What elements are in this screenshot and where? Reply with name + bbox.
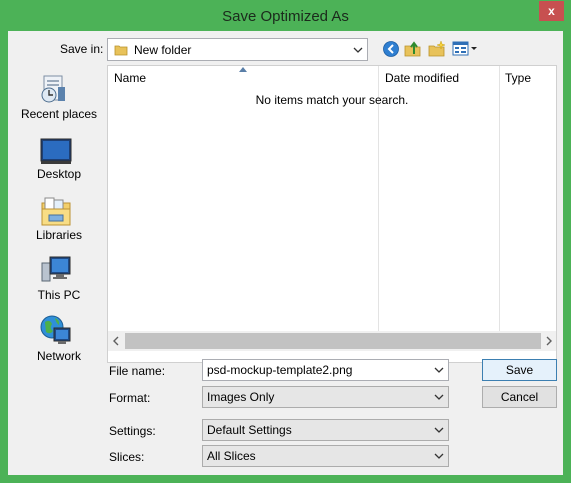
- empty-list-message: No items match your search.: [255, 93, 409, 107]
- save-in-dropdown[interactable]: New folder: [107, 38, 368, 61]
- close-button[interactable]: x: [539, 1, 564, 21]
- file-name-value: psd-mockup-template2.png: [207, 363, 353, 377]
- format-value: Images Only: [207, 390, 275, 404]
- desktop-icon: [40, 138, 72, 164]
- places-bar: Recent places Desktop Libraries This PC: [16, 65, 102, 363]
- close-icon: x: [548, 4, 555, 18]
- recent-places-icon: [41, 75, 65, 103]
- chevron-down-icon: [434, 394, 444, 400]
- chevron-down-icon[interactable]: [434, 365, 444, 375]
- column-header-label: Name: [114, 71, 147, 85]
- settings-label: Settings:: [109, 424, 156, 438]
- file-list[interactable]: [107, 65, 557, 363]
- title-bar[interactable]: Save Optimized As: [0, 0, 571, 30]
- view-menu-icon[interactable]: [452, 40, 478, 58]
- back-icon[interactable]: [382, 40, 400, 58]
- save-button[interactable]: Save: [482, 359, 557, 381]
- column-header-date-modified[interactable]: Date modified: [379, 66, 499, 90]
- slices-label: Slices:: [109, 450, 145, 464]
- scroll-right-icon[interactable]: [545, 336, 553, 346]
- chevron-down-icon: [353, 47, 363, 53]
- slices-dropdown[interactable]: All Slices: [202, 445, 449, 467]
- slices-value: All Slices: [207, 449, 256, 463]
- sort-ascending-icon: [239, 67, 247, 72]
- libraries-icon: [41, 197, 71, 226]
- network-icon: [40, 315, 71, 344]
- place-label: This PC: [37, 288, 81, 302]
- cancel-button[interactable]: Cancel: [482, 386, 557, 408]
- column-header-label: Type: [505, 71, 532, 85]
- place-label: Recent places: [20, 107, 98, 121]
- column-header-type[interactable]: Type: [500, 66, 556, 90]
- this-pc-icon: [41, 256, 71, 282]
- window-title: Save Optimized As: [222, 7, 349, 25]
- chevron-down-icon: [434, 453, 444, 459]
- place-label: Libraries: [35, 228, 83, 242]
- column-header-label: Date modified: [385, 71, 460, 85]
- place-label: Desktop: [36, 167, 82, 181]
- scroll-left-icon[interactable]: [112, 336, 120, 346]
- up-folder-icon[interactable]: [404, 40, 422, 58]
- file-name-input[interactable]: psd-mockup-template2.png: [202, 359, 449, 381]
- file-name-label: File name:: [109, 364, 166, 378]
- chevron-down-icon: [434, 427, 444, 433]
- place-label: Network: [36, 349, 81, 363]
- folder-icon: [114, 45, 128, 56]
- settings-dropdown[interactable]: Default Settings: [202, 419, 449, 441]
- save-in-value: New folder: [134, 42, 192, 57]
- save-in-label: Save in:: [60, 42, 104, 56]
- format-dropdown[interactable]: Images Only: [202, 386, 449, 408]
- format-label: Format:: [109, 391, 151, 405]
- new-folder-icon[interactable]: [428, 40, 446, 58]
- scrollbar-thumb[interactable]: [125, 333, 541, 349]
- settings-value: Default Settings: [207, 423, 292, 437]
- save-button-label: Save: [505, 363, 534, 377]
- cancel-button-label: Cancel: [500, 390, 539, 404]
